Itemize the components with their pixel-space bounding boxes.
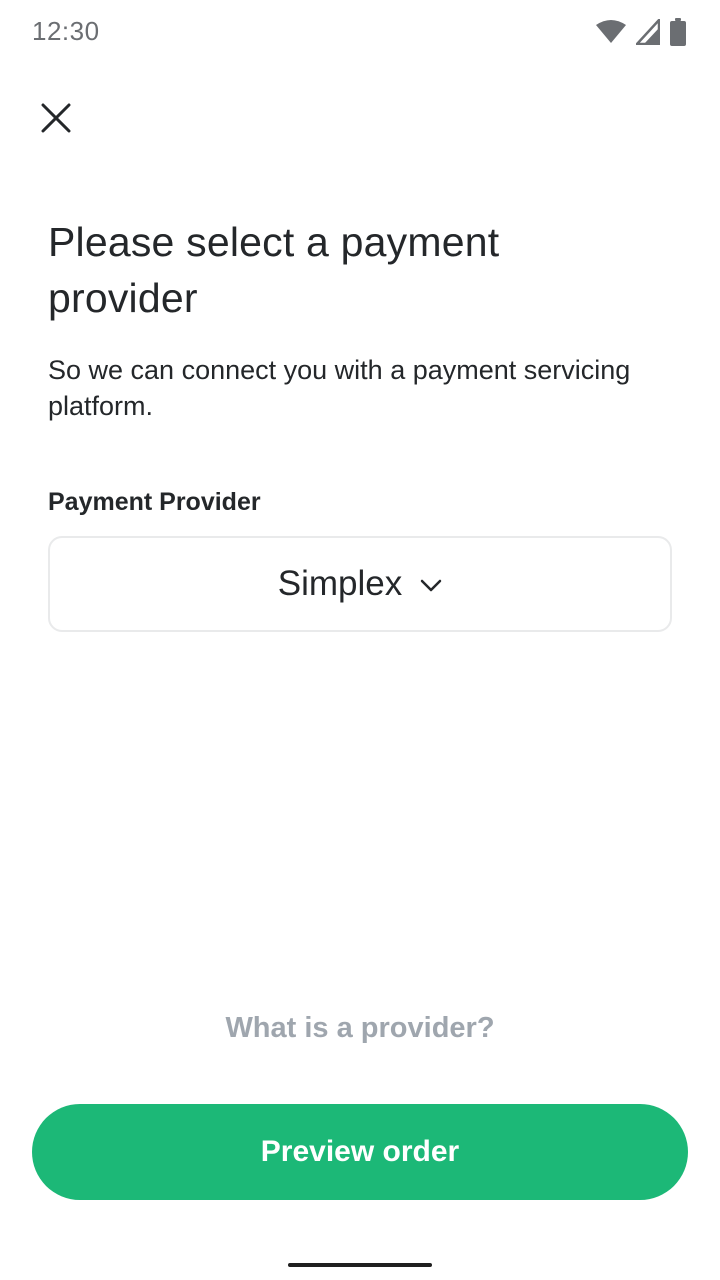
status-bar: 12:30	[0, 0, 720, 64]
wifi-icon	[596, 20, 626, 44]
status-icons	[596, 18, 686, 46]
selected-provider-value: Simplex	[277, 564, 403, 603]
status-time: 12:30	[32, 16, 100, 46]
battery-icon	[670, 18, 686, 46]
page-subtitle: So we can connect you with a payment ser…	[48, 355, 631, 421]
chevron-down-icon	[420, 575, 442, 593]
payment-provider-select[interactable]: Simplex	[48, 536, 672, 632]
page-title: Please select a payment provider	[48, 219, 500, 321]
close-button[interactable]	[28, 92, 84, 148]
cell-signal-icon	[636, 19, 660, 45]
what-is-provider-link[interactable]: What is a provider?	[0, 1012, 720, 1045]
payment-provider-screen: 12:30 Please select a payment provider S…	[0, 0, 720, 1280]
preview-order-button[interactable]: Preview order	[32, 1104, 688, 1200]
home-indicator[interactable]	[288, 1263, 432, 1267]
payment-provider-label: Payment Provider	[48, 488, 261, 516]
close-icon	[41, 103, 71, 138]
